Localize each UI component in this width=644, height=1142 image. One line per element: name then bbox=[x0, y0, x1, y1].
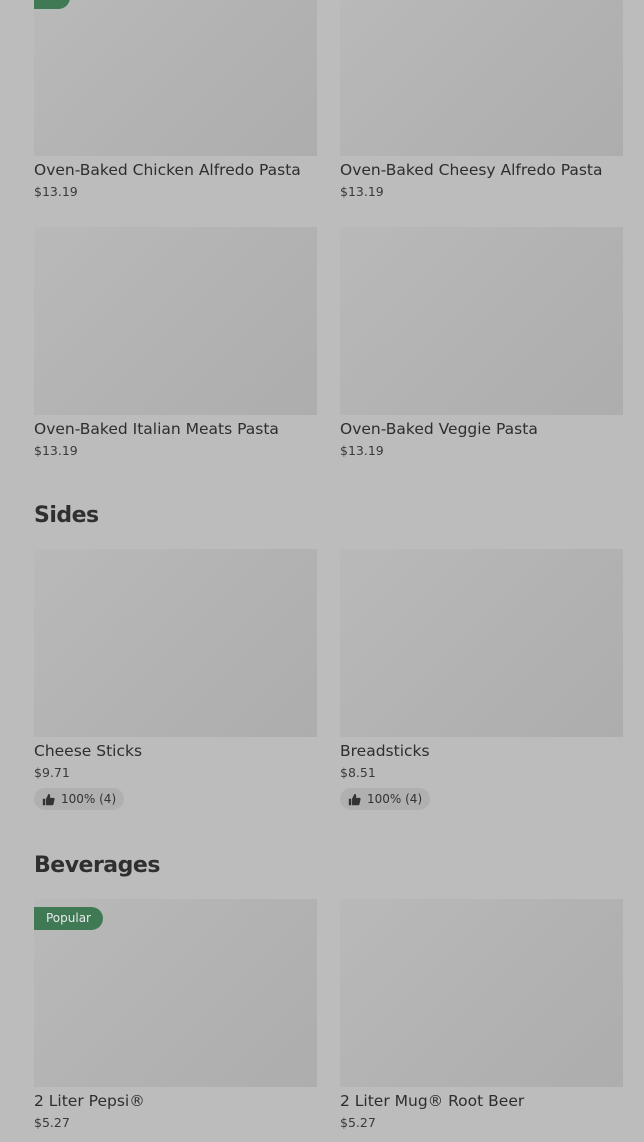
thumbs-up-icon bbox=[348, 793, 361, 805]
item-image[interactable] bbox=[340, 227, 623, 415]
menu-item-card[interactable]: Oven-Baked Cheesy Alfredo Pasta $13.19 bbox=[340, 0, 623, 199]
sides-row: Cheese Sticks $9.71 100% (4) Breadsticks… bbox=[34, 549, 624, 810]
menu-item-card[interactable]: Breadsticks $8.51 100% (4) bbox=[340, 549, 623, 810]
item-image[interactable] bbox=[340, 0, 623, 156]
menu-item-card[interactable]: 2 Liter Mug® Root Beer $5.27 bbox=[340, 899, 623, 1130]
menu-item-card[interactable]: Cheese Sticks $9.71 100% (4) bbox=[34, 549, 317, 810]
item-price: $5.27 bbox=[34, 1115, 70, 1130]
rating-text: 100% (4) bbox=[367, 792, 423, 806]
item-price: $13.19 bbox=[34, 184, 78, 199]
item-image[interactable]: Popular bbox=[34, 899, 317, 1087]
thumbs-up-icon bbox=[42, 793, 55, 805]
section-title-sides: Sides bbox=[34, 503, 99, 528]
beverages-row: Popular 2 Liter Pepsi® $5.27 2 Liter Mug… bbox=[34, 899, 624, 1130]
item-name: 2 Liter Mug® Root Beer bbox=[340, 1092, 525, 1110]
item-image[interactable] bbox=[34, 227, 317, 415]
item-name: 2 Liter Pepsi® bbox=[34, 1092, 145, 1110]
rating-badge: 100% (4) bbox=[340, 788, 431, 810]
menu-page: Oven-Baked Chicken Alfredo Pasta $13.19 … bbox=[0, 0, 644, 1142]
item-name: Oven-Baked Cheesy Alfredo Pasta bbox=[340, 161, 603, 179]
item-name: Cheese Sticks bbox=[34, 742, 143, 760]
item-price: $13.19 bbox=[340, 184, 384, 199]
item-image[interactable] bbox=[340, 899, 623, 1087]
item-name: Oven-Baked Chicken Alfredo Pasta bbox=[34, 161, 301, 179]
rating-text: 100% (4) bbox=[61, 792, 117, 806]
item-image[interactable] bbox=[34, 0, 317, 156]
item-price: $9.71 bbox=[34, 765, 70, 780]
menu-item-card[interactable]: Oven-Baked Chicken Alfredo Pasta $13.19 bbox=[34, 0, 317, 199]
pasta-row-2: Oven-Baked Italian Meats Pasta $13.19 Ov… bbox=[34, 227, 624, 458]
popular-badge bbox=[34, 0, 70, 9]
menu-item-card[interactable]: Oven-Baked Veggie Pasta $13.19 bbox=[340, 227, 623, 458]
popular-badge: Popular bbox=[34, 907, 103, 930]
item-price: $13.19 bbox=[340, 443, 384, 458]
item-name: Oven-Baked Italian Meats Pasta bbox=[34, 420, 279, 438]
pasta-row-1: Oven-Baked Chicken Alfredo Pasta $13.19 … bbox=[34, 0, 624, 199]
rating-badge: 100% (4) bbox=[34, 788, 125, 810]
item-price: $8.51 bbox=[340, 765, 376, 780]
section-title-beverages: Beverages bbox=[34, 853, 160, 878]
item-name: Breadsticks bbox=[340, 742, 430, 760]
item-image[interactable] bbox=[340, 549, 623, 737]
item-name: Oven-Baked Veggie Pasta bbox=[340, 420, 538, 438]
item-image[interactable] bbox=[34, 549, 317, 737]
item-price: $5.27 bbox=[340, 1115, 376, 1130]
menu-item-card[interactable]: Popular 2 Liter Pepsi® $5.27 bbox=[34, 899, 317, 1130]
item-price: $13.19 bbox=[34, 443, 78, 458]
menu-item-card[interactable]: Oven-Baked Italian Meats Pasta $13.19 bbox=[34, 227, 317, 458]
